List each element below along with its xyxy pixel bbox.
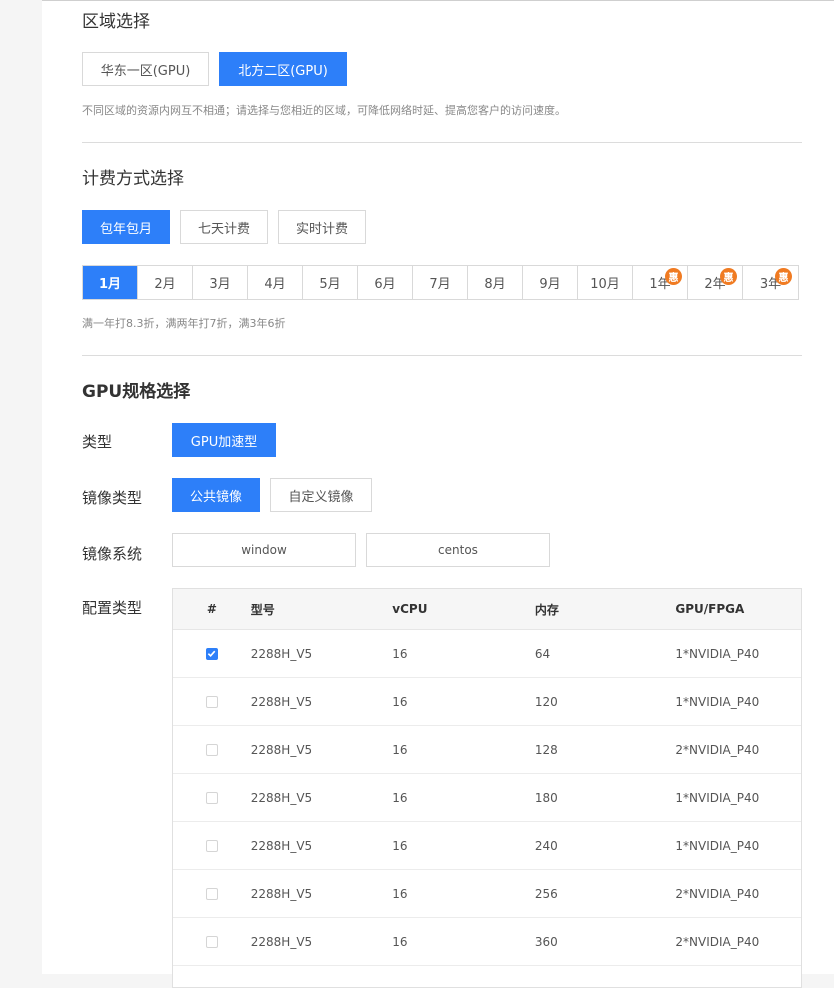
row-select-cell	[173, 887, 251, 900]
cell-vcpu: 16	[392, 790, 408, 805]
row-select-cell	[173, 647, 251, 660]
cell-gpu: 2*NVIDIA_P40	[675, 742, 760, 757]
region-option-east1[interactable]: 华东一区(GPU)	[82, 52, 209, 86]
row-checkbox[interactable]	[205, 839, 218, 852]
month-option-7[interactable]: 7月	[413, 266, 468, 299]
row-select-cell	[173, 839, 251, 852]
region-hint: 不同区域的资源内网互不相通；请选择与您相近的区域，可降低网络时延、提高您客户的访…	[82, 104, 566, 117]
table-row[interactable]: 2288H_V5 16 128 2*NVIDIA_P40	[173, 726, 801, 774]
cell-memory: 120	[534, 694, 558, 709]
discount-badge-icon: 惠	[720, 268, 737, 285]
gpu-section-title: GPU规格选择	[82, 382, 191, 402]
col-header-memory: 内存	[534, 602, 559, 617]
cell-vcpu: 16	[392, 742, 408, 757]
year-option-2[interactable]: 2年 惠	[688, 266, 743, 299]
region-section-title: 区域选择	[82, 12, 150, 32]
col-header-index: #	[206, 602, 217, 616]
table-body: 2288H_V5 16 64 1*NVIDIA_P40 2288H_V5 16 120 1*N…	[173, 630, 801, 966]
billing-discount-hint: 满一年打8.3折，满两年打7折，满3年6折	[82, 317, 286, 330]
image-type-public[interactable]: 公共镜像	[172, 478, 260, 512]
row-checkbox[interactable]	[205, 935, 218, 948]
discount-badge-icon: 惠	[665, 268, 682, 285]
table-row[interactable]: 2288H_V5 16 240 1*NVIDIA_P40	[173, 822, 801, 870]
month-option-8[interactable]: 8月	[468, 266, 523, 299]
cell-vcpu: 16	[392, 934, 408, 949]
row-select-cell	[173, 695, 251, 708]
cell-gpu: 1*NVIDIA_P40	[675, 790, 760, 805]
month-selector: 1月 2月 3月 4月 5月 6月 7月 8月 9月 10月 1年 惠 2年 惠…	[82, 265, 799, 300]
cell-memory: 64	[534, 646, 551, 661]
table-row[interactable]: 2288H_V5 16 360 2*NVIDIA_P40	[173, 918, 801, 966]
cell-model: 2288H_V5	[250, 646, 313, 661]
row-checkbox[interactable]	[205, 743, 218, 756]
table-row[interactable]: 2288H_V5 16 64 1*NVIDIA_P40	[173, 630, 801, 678]
table-header: # 型号 vCPU 内存 GPU/FPGA	[173, 589, 801, 630]
image-system-centos[interactable]: centos	[366, 533, 550, 567]
cell-model: 2288H_V5	[250, 838, 313, 853]
cell-vcpu: 16	[392, 886, 408, 901]
month-option-6[interactable]: 6月	[358, 266, 413, 299]
image-system-label: 镜像系统	[82, 545, 143, 563]
col-header-model: 型号	[250, 602, 275, 617]
config-table: # 型号 vCPU 内存 GPU/FPGA 2288H_V5 16 64 1*NVID…	[172, 588, 802, 988]
month-option-4[interactable]: 4月	[248, 266, 303, 299]
discount-badge-icon: 惠	[775, 268, 792, 285]
image-type-label: 镜像类型	[82, 489, 143, 507]
billing-option-monthly[interactable]: 包年包月	[82, 210, 170, 244]
row-checkbox[interactable]	[205, 887, 218, 900]
billing-option-seven-day[interactable]: 七天计费	[180, 210, 268, 244]
divider	[82, 142, 802, 143]
year-option-1[interactable]: 1年 惠	[633, 266, 688, 299]
region-option-north2[interactable]: 北方二区(GPU)	[219, 52, 347, 86]
row-select-cell	[173, 935, 251, 948]
row-checkbox[interactable]	[205, 647, 218, 660]
cell-memory: 256	[534, 886, 558, 901]
cell-gpu: 2*NVIDIA_P40	[675, 886, 760, 901]
cell-model: 2288H_V5	[250, 742, 313, 757]
cell-gpu: 1*NVIDIA_P40	[675, 838, 760, 853]
cell-memory: 240	[534, 838, 558, 853]
cell-memory: 180	[534, 790, 558, 805]
cell-model: 2288H_V5	[250, 790, 313, 805]
type-option-gpu-accelerated[interactable]: GPU加速型	[172, 423, 276, 457]
cell-model: 2288H_V5	[250, 886, 313, 901]
table-row[interactable]: 2288H_V5 16 180 1*NVIDIA_P40	[173, 774, 801, 822]
row-select-cell	[173, 791, 251, 804]
row-select-cell	[173, 743, 251, 756]
cell-vcpu: 16	[392, 694, 408, 709]
cell-memory: 128	[534, 742, 558, 757]
year-option-3[interactable]: 3年 惠	[743, 266, 798, 299]
image-type-custom[interactable]: 自定义镜像	[270, 478, 372, 512]
type-label: 类型	[82, 433, 113, 451]
divider	[82, 355, 802, 356]
check-icon	[208, 650, 216, 658]
month-option-2[interactable]: 2月	[138, 266, 193, 299]
month-option-5[interactable]: 5月	[303, 266, 358, 299]
cell-gpu: 1*NVIDIA_P40	[675, 646, 760, 661]
billing-option-realtime[interactable]: 实时计费	[278, 210, 366, 244]
col-header-vcpu: vCPU	[392, 602, 428, 616]
col-header-gpu: GPU/FPGA	[675, 602, 745, 616]
month-option-10[interactable]: 10月	[578, 266, 633, 299]
cell-memory: 360	[534, 934, 558, 949]
cell-vcpu: 16	[392, 838, 408, 853]
table-row[interactable]: 2288H_V5 16 256 2*NVIDIA_P40	[173, 870, 801, 918]
cell-gpu: 1*NVIDIA_P40	[675, 694, 760, 709]
cell-gpu: 2*NVIDIA_P40	[675, 934, 760, 949]
config-page: 区域选择 华东一区(GPU) 北方二区(GPU) 不同区域的资源内网互不相通；请…	[42, 0, 834, 988]
image-system-window[interactable]: window	[172, 533, 356, 567]
config-type-label: 配置类型	[82, 599, 143, 617]
month-option-3[interactable]: 3月	[193, 266, 248, 299]
table-row[interactable]: 2288H_V5 16 120 1*NVIDIA_P40	[173, 678, 801, 726]
billing-section-title: 计费方式选择	[82, 169, 184, 189]
row-checkbox[interactable]	[205, 791, 218, 804]
cell-model: 2288H_V5	[250, 934, 313, 949]
month-option-1[interactable]: 1月	[83, 266, 138, 299]
month-option-9[interactable]: 9月	[523, 266, 578, 299]
cell-model: 2288H_V5	[250, 694, 313, 709]
row-checkbox[interactable]	[205, 695, 218, 708]
cell-vcpu: 16	[392, 646, 408, 661]
